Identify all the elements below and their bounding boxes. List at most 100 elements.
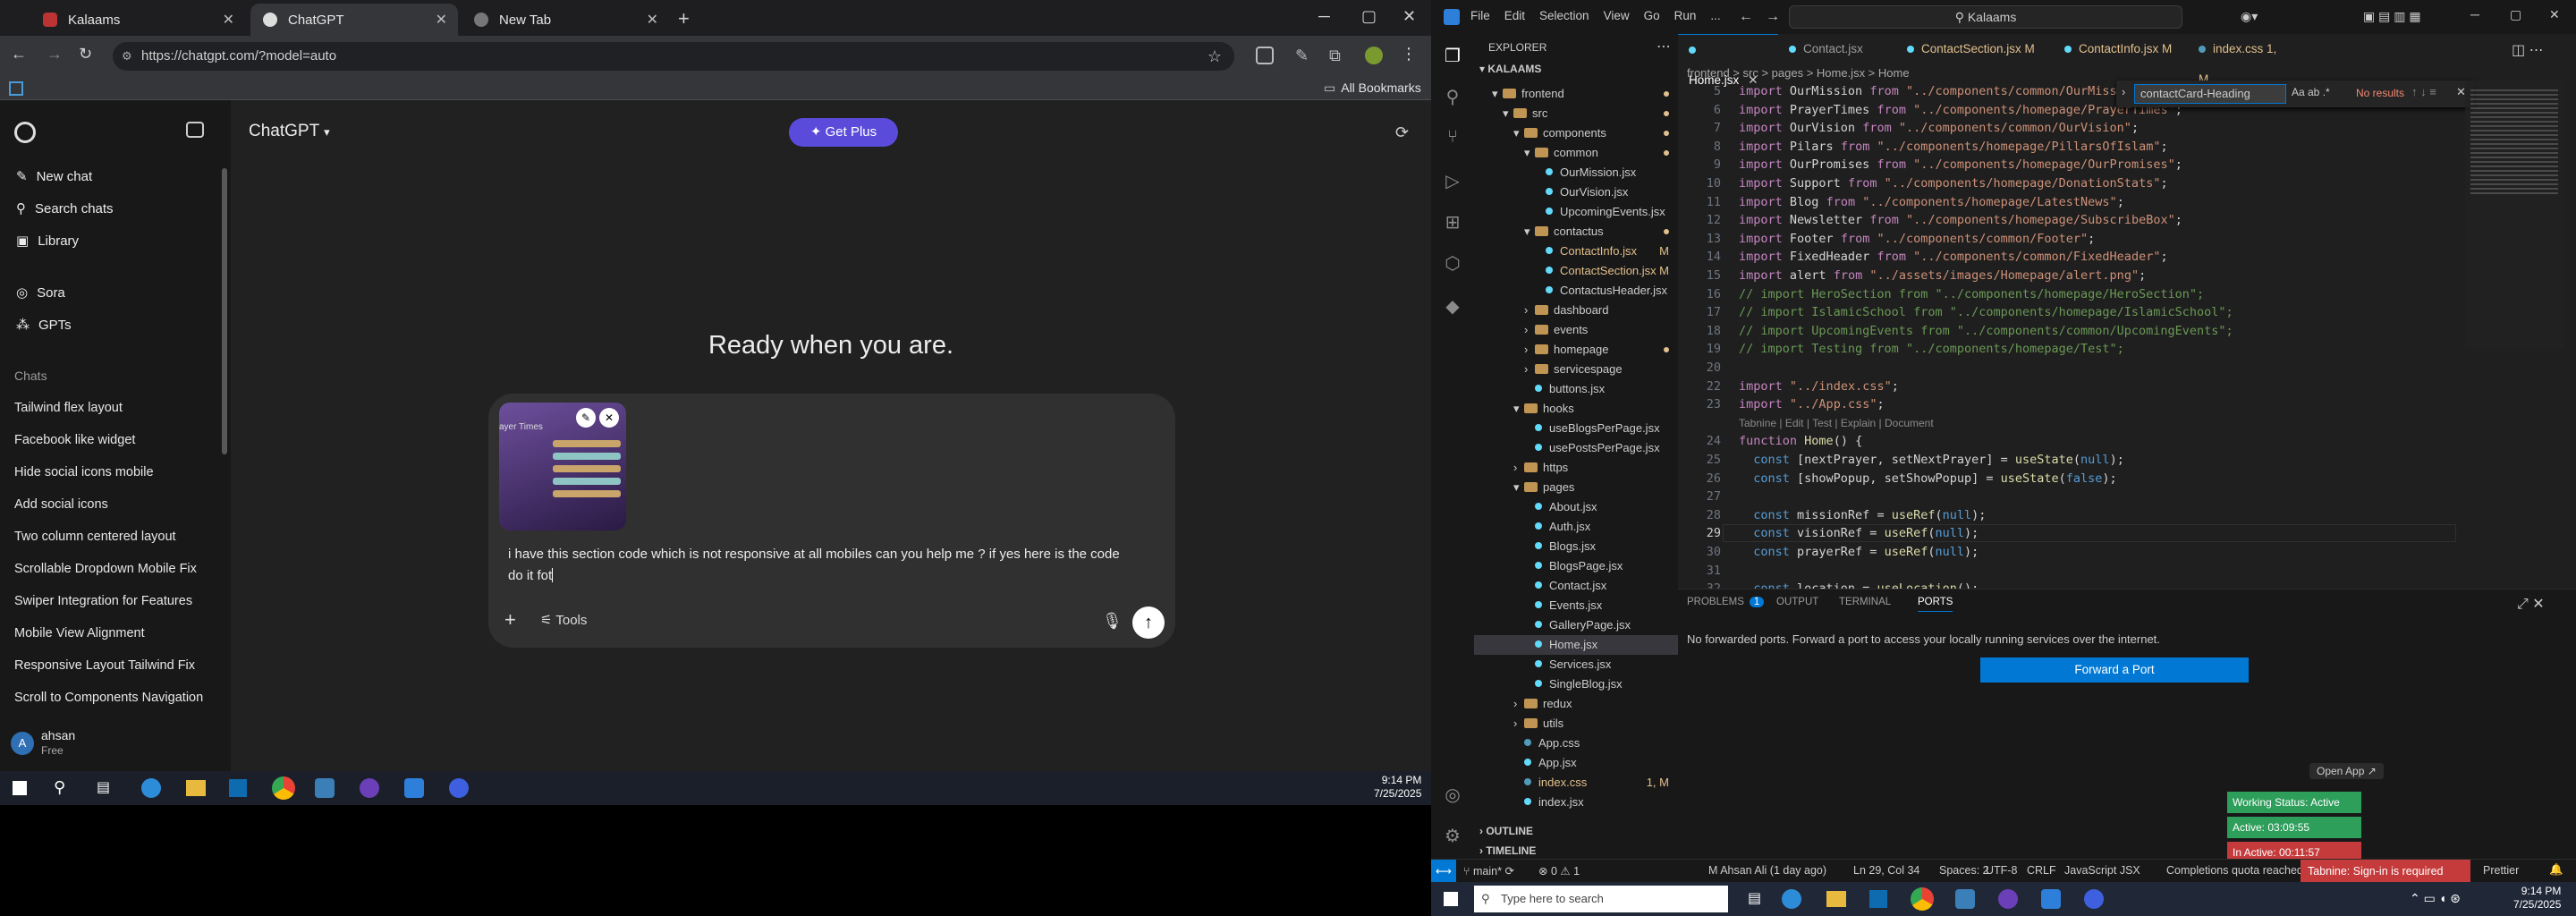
tree-folder[interactable]: › https: [1474, 458, 1678, 478]
forward-port-button[interactable]: Forward a Port: [1980, 657, 2249, 683]
copilot-chat-icon[interactable]: ⬡: [1442, 252, 1463, 274]
remove-image-icon[interactable]: ✕: [599, 408, 619, 428]
tree-folder[interactable]: › homepage: [1474, 340, 1678, 360]
tree-file[interactable]: OurMission.jsx: [1474, 163, 1678, 182]
windows-start-icon[interactable]: [1444, 892, 1458, 906]
all-bookmarks[interactable]: ▭ All Bookmarks: [1324, 81, 1421, 96]
toggle-sidebar-icon[interactable]: [186, 122, 204, 138]
find-input[interactable]: contactCard-Heading: [2134, 84, 2286, 104]
pen-icon[interactable]: ✎: [1295, 47, 1309, 65]
branch-status[interactable]: ⑂ main* ⟳: [1463, 864, 1514, 878]
tab-new-tab[interactable]: New Tab ✕: [462, 4, 669, 36]
notifications-icon[interactable]: 🔔: [2549, 863, 2563, 877]
tools-button[interactable]: ⚟ Tools: [540, 612, 587, 628]
menu-item[interactable]: Selection: [1539, 9, 1589, 22]
remote-icon[interactable]: ⟷: [1431, 860, 1456, 883]
minimize-icon[interactable]: ─: [2470, 7, 2479, 21]
zoom-icon[interactable]: [449, 778, 469, 798]
puzzle-icon[interactable]: ⧉: [1329, 47, 1341, 65]
panel-tab[interactable]: PROBLEMS 1: [1687, 597, 1765, 607]
tree-file[interactable]: usePostsPerPage.jsx: [1474, 438, 1678, 458]
menu-item[interactable]: View: [1604, 9, 1630, 22]
chrome-taskbar-icon[interactable]: [272, 776, 295, 800]
maximize-icon[interactable]: ▢: [2510, 7, 2521, 22]
panel-tab[interactable]: OUTPUT: [1776, 597, 1818, 607]
tree-folder[interactable]: › redux: [1474, 694, 1678, 714]
github-icon[interactable]: [360, 778, 379, 798]
maximize-panel-icon[interactable]: ⤢ ✕: [2517, 595, 2545, 613]
app-icon[interactable]: [1955, 889, 1975, 909]
close-window-icon[interactable]: ✕: [1402, 7, 1416, 26]
chat-list-item[interactable]: Scroll to Components Navigation: [14, 691, 203, 705]
chrome-taskbar-icon[interactable]: [1911, 887, 1934, 911]
editor-tab[interactable]: Contact.jsx: [1778, 34, 1896, 64]
system-tray-icons[interactable]: ⌃ ▭ ◖ ⊛: [2410, 891, 2461, 906]
attached-image-thumbnail[interactable]: ayer Times ✎ ✕: [499, 403, 626, 530]
sidebar-new-chat[interactable]: ✎ New chat: [16, 168, 92, 185]
task-view-icon[interactable]: ▤: [1748, 889, 1761, 907]
prettier-status[interactable]: Prettier: [2483, 864, 2519, 877]
app-icon[interactable]: [315, 778, 335, 798]
timeline-section[interactable]: › TIMELINE: [1479, 844, 1536, 857]
store-icon[interactable]: [229, 779, 247, 797]
tree-folder[interactable]: › dashboard: [1474, 301, 1678, 320]
breadcrumb[interactable]: frontend > src > pages > Home.jsx > Home: [1687, 66, 1910, 80]
tree-file[interactable]: buttons.jsx: [1474, 379, 1678, 399]
chat-list-item[interactable]: Scrollable Dropdown Mobile Fix: [14, 562, 197, 576]
tree-folder[interactable]: › utils: [1474, 714, 1678, 734]
tree-file[interactable]: Blogs.jsx: [1474, 537, 1678, 556]
match-options-icons[interactable]: Aa ab .*: [2292, 86, 2330, 98]
task-view-icon[interactable]: ▤: [97, 778, 110, 796]
temporary-chat-icon[interactable]: ⟳: [1395, 123, 1409, 142]
get-plus-button[interactable]: ✦ Get Plus: [789, 118, 898, 147]
search-icon[interactable]: ⚲: [54, 778, 65, 797]
close-window-icon[interactable]: ✕: [2549, 7, 2560, 22]
tree-file[interactable]: App.css: [1474, 734, 1678, 753]
maximize-icon[interactable]: ▢: [1361, 7, 1377, 26]
chat-list-item[interactable]: Two column centered layout: [14, 530, 176, 544]
editor-tab[interactable]: index.css 1, M: [2188, 34, 2297, 86]
add-attachment-icon[interactable]: +: [504, 608, 516, 632]
menu-item[interactable]: Run: [1674, 9, 1697, 22]
apps-grid-icon[interactable]: [9, 81, 23, 96]
extension-icon[interactable]: [1256, 47, 1274, 64]
explorer-icon[interactable]: ❐: [1442, 45, 1463, 66]
tree-file[interactable]: Services.jsx: [1474, 655, 1678, 674]
windows-start-icon[interactable]: [13, 781, 27, 795]
tree-folder[interactable]: ▾ components: [1474, 123, 1678, 143]
chat-list-item[interactable]: Facebook like widget: [14, 433, 135, 447]
close-icon[interactable]: ✕: [436, 11, 447, 29]
tree-folder[interactable]: ▾ src: [1474, 104, 1678, 123]
tab-kalaams[interactable]: Kalaams ✕: [30, 4, 245, 36]
quota-status[interactable]: Completions quota reached: [2166, 864, 2303, 877]
layout-icons[interactable]: ▣ ▤ ▥ ▦: [2363, 9, 2421, 24]
menu-item[interactable]: ...: [1710, 9, 1720, 22]
tree-folder[interactable]: ▾ hooks: [1474, 399, 1678, 419]
site-info-icon[interactable]: ⚙: [122, 42, 132, 71]
tabnine-icon[interactable]: ◆: [1442, 295, 1463, 317]
tree-file[interactable]: OurVision.jsx: [1474, 182, 1678, 202]
panel-tab[interactable]: PORTS: [1918, 597, 1953, 612]
menu-item[interactable]: File: [1470, 9, 1490, 22]
forward-icon[interactable]: →: [1766, 9, 1780, 25]
edge-icon[interactable]: [141, 778, 161, 798]
tree-file[interactable]: UpcomingEvents.jsx: [1474, 202, 1678, 222]
tree-file[interactable]: App.jsx: [1474, 753, 1678, 773]
extensions-icon[interactable]: ⊞: [1442, 211, 1463, 233]
accounts-icon[interactable]: ◎: [1442, 784, 1463, 805]
user-avatar[interactable]: A: [11, 732, 34, 755]
tree-folder[interactable]: › events: [1474, 320, 1678, 340]
tab-chatgpt[interactable]: ChatGPT ✕: [250, 4, 458, 36]
menu-item[interactable]: Go: [1644, 9, 1660, 22]
chat-list-item[interactable]: Swiper Integration for Features: [14, 594, 192, 608]
tree-folder[interactable]: ▾ contactus: [1474, 222, 1678, 242]
profile-avatar[interactable]: [1365, 47, 1383, 64]
tree-file[interactable]: Contact.jsx: [1474, 576, 1678, 596]
search-icon[interactable]: ⚲: [1442, 86, 1463, 107]
outline-section[interactable]: › OUTLINE: [1479, 825, 1533, 837]
tree-file[interactable]: ContactSection.jsx M: [1474, 261, 1678, 281]
sidebar-search-chats[interactable]: ⚲ Search chats: [16, 200, 114, 217]
prompt-input[interactable]: i have this section code which is not re…: [508, 544, 1170, 587]
chevron-right-icon[interactable]: ›: [2122, 85, 2125, 98]
back-icon[interactable]: ←: [1739, 9, 1753, 25]
